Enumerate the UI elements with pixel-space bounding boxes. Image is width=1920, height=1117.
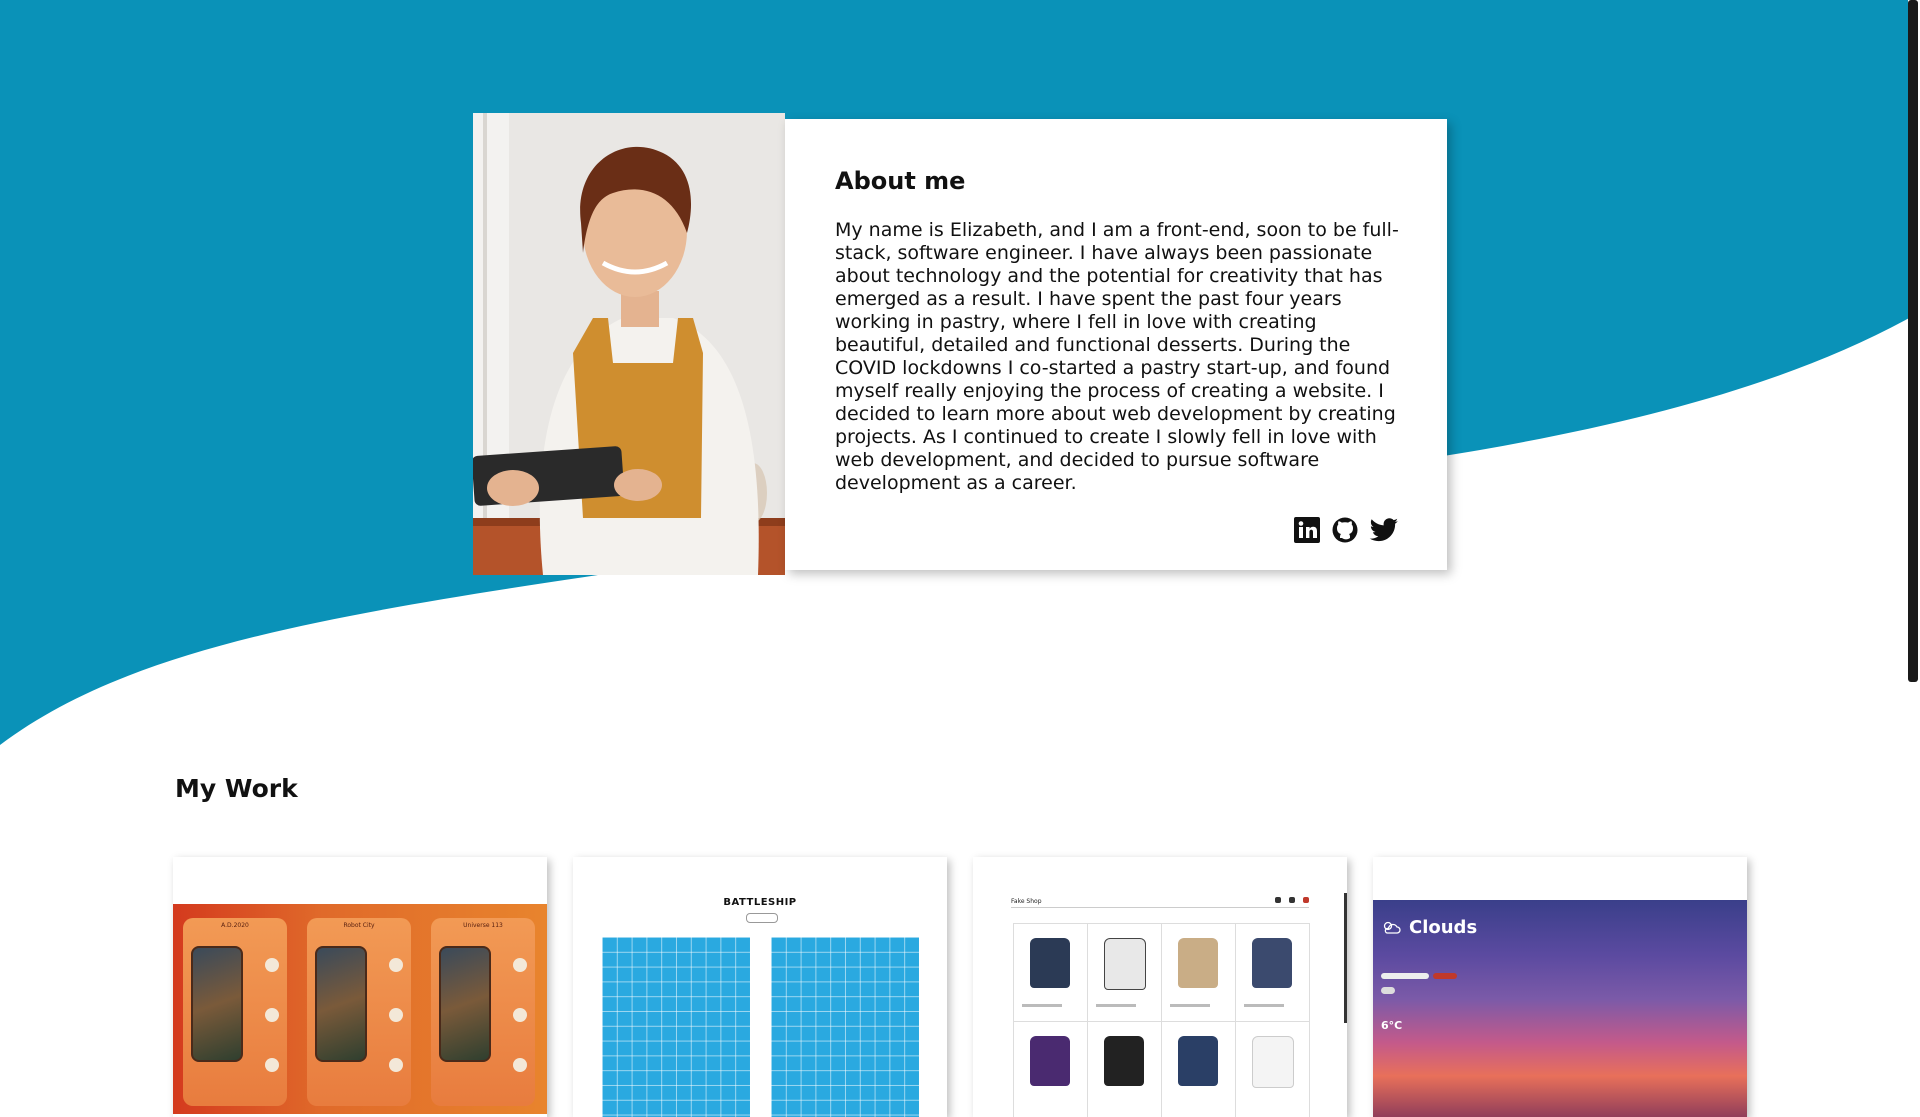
product-cell <box>1236 1022 1310 1117</box>
shop-scrollbar <box>1344 893 1347 1023</box>
profile-photo <box>473 113 785 575</box>
project-card-clouds[interactable]: Clouds 6°C <box>1373 857 1747 1117</box>
clouds-toggle <box>1381 987 1395 994</box>
product-cell <box>1014 924 1088 1022</box>
shop-header: Fake Shop <box>1011 898 1042 905</box>
github-icon[interactable] <box>1331 516 1359 544</box>
cloud-sun-icon <box>1383 921 1401 934</box>
product-cell <box>1088 924 1162 1022</box>
product-cell <box>1162 1022 1236 1117</box>
project-card-fake-shop[interactable]: Fake Shop <box>973 857 1347 1117</box>
project-card-games[interactable]: A.D.2020 Robot City Universe 113 <box>173 857 547 1117</box>
about-card: About me My name is Elizabeth, and I am … <box>785 119 1447 570</box>
shop-icons <box>1275 897 1309 903</box>
game-panel: Robot City <box>307 918 411 1106</box>
product-cell <box>1162 924 1236 1022</box>
twitter-icon[interactable] <box>1369 516 1398 544</box>
product-cell <box>1236 924 1310 1022</box>
game-label: Universe 113 <box>463 922 503 929</box>
game-label: A.D.2020 <box>221 922 249 929</box>
about-title: About me <box>835 167 966 195</box>
product-cell <box>1088 1022 1162 1117</box>
player-board <box>602 937 750 1117</box>
shop-grid <box>1013 923 1310 1117</box>
about-text: My name is Elizabeth, and I am a front-e… <box>835 219 1399 494</box>
clouds-search-bar <box>1381 973 1429 979</box>
battleship-button <box>746 913 778 923</box>
product-cell <box>1014 1022 1088 1117</box>
game-panel: Universe 113 <box>431 918 535 1106</box>
battleship-title: BATTLESHIP <box>723 897 797 908</box>
scrollbar-thumb[interactable] <box>1908 0 1918 682</box>
clouds-temperature: 6°C <box>1381 1019 1403 1032</box>
project-card-battleship[interactable]: BATTLESHIP <box>573 857 947 1117</box>
clouds-search-button <box>1433 973 1457 979</box>
game-panel: A.D.2020 <box>183 918 287 1106</box>
project-thumbnail: A.D.2020 Robot City Universe 113 <box>173 904 547 1114</box>
clouds-title: Clouds <box>1409 917 1478 938</box>
game-label: Robot City <box>343 922 375 929</box>
work-title: My Work <box>175 774 298 803</box>
enemy-board <box>771 937 919 1117</box>
linkedin-icon[interactable] <box>1293 516 1321 544</box>
social-links <box>1293 516 1398 544</box>
